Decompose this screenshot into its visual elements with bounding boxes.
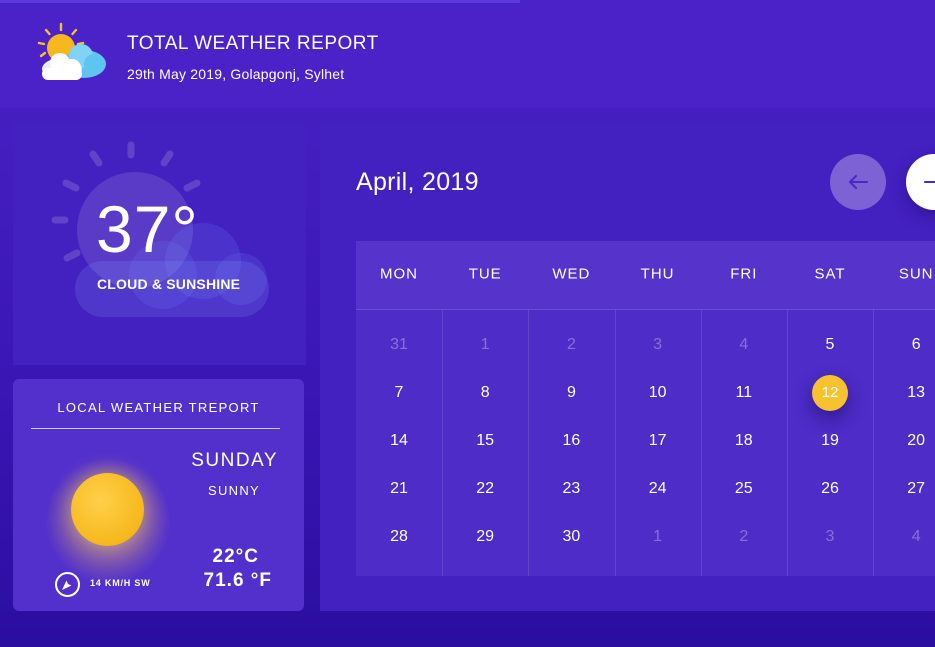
calendar-day[interactable]: 22 — [442, 474, 528, 504]
weekday-label: MON — [380, 265, 418, 283]
prev-month-button[interactable] — [830, 154, 886, 210]
calendar-day[interactable]: 26 — [787, 474, 873, 504]
calendar-day-outside-month[interactable]: 4 — [701, 330, 787, 360]
local-card-title: LOCAL WEATHER TREPORT — [57, 400, 260, 415]
calendar-day[interactable]: 16 — [528, 426, 614, 456]
calendar-day[interactable]: 20 — [873, 426, 935, 456]
current-temperature: 37° — [96, 192, 199, 266]
header-accent-line — [0, 0, 520, 3]
date-location: 29th May 2019, Golapgonj, Sylhet — [127, 66, 345, 82]
month-label: April, 2019 — [356, 168, 479, 196]
weekday-label: THU — [640, 265, 675, 283]
weekday-label: TUE — [468, 265, 502, 283]
calendar-day[interactable]: 10 — [615, 378, 701, 408]
day-condition: SUNNY — [207, 483, 260, 498]
calendar-day[interactable]: 30 — [528, 522, 614, 552]
weekday-label: SUN — [898, 265, 934, 283]
compass-icon — [55, 572, 80, 597]
selected-day-number[interactable]: 12 — [812, 375, 848, 411]
arrow-right-icon — [924, 176, 935, 188]
calendar-day-outside-month[interactable]: 2 — [528, 330, 614, 360]
calendar-day[interactable]: 7 — [356, 378, 442, 408]
calendar-day[interactable]: 8 — [442, 378, 528, 408]
app-title: TOTAL WEATHER REPORT — [127, 33, 379, 54]
temperature-fahrenheit: 71.6 °F — [203, 570, 272, 591]
calendar-day[interactable]: 11 — [701, 378, 787, 408]
weekday-label: FRI — [730, 265, 758, 283]
weekday-label: SAT — [814, 265, 846, 283]
next-month-button[interactable] — [906, 154, 935, 210]
calendar-day[interactable]: 25 — [701, 474, 787, 504]
weekday-label: WED — [552, 265, 591, 283]
temperature-celsius: 22°C — [212, 546, 259, 567]
calendar-day[interactable]: 13 — [873, 378, 935, 408]
calendar-day[interactable]: 5 — [787, 330, 873, 360]
calendar-day[interactable]: 14 — [356, 426, 442, 456]
calendar-day[interactable]: 27 — [873, 474, 935, 504]
calendar-day[interactable]: 18 — [701, 426, 787, 456]
divider — [31, 428, 280, 429]
weekday-header-row: MON TUE WED THU FRI SAT SUN — [356, 241, 935, 310]
header-bar: TOTAL WEATHER REPORT 29th May 2019, Gola… — [0, 0, 935, 108]
calendar-day[interactable]: 17 — [615, 426, 701, 456]
calendar-day-outside-month[interactable]: 3 — [787, 522, 873, 552]
calendar-day-outside-month[interactable]: 1 — [442, 330, 528, 360]
current-condition: CLOUD & SUNSHINE — [97, 276, 241, 292]
calendar-day-outside-month[interactable]: 2 — [701, 522, 787, 552]
calendar-card: April, 2019 MON TUE WED THU FRI SAT SUN 31 1 2 3 4… — [320, 123, 935, 611]
wind-info: 14 KM/H SW — [90, 578, 151, 588]
calendar-day-outside-month[interactable]: 1 — [615, 522, 701, 552]
calendar-day-outside-month[interactable]: 4 — [873, 522, 935, 552]
calendar-day[interactable]: 21 — [356, 474, 442, 504]
calendar-day[interactable]: 9 — [528, 378, 614, 408]
sun-icon — [71, 473, 144, 546]
current-weather-card: 37° CLOUD & SUNSHINE — [13, 123, 306, 365]
sun-cloud-icon — [37, 22, 106, 80]
selected-day-highlight[interactable]: 12 — [812, 375, 849, 411]
calendar-day[interactable]: 28 — [356, 522, 442, 552]
local-weather-card: LOCAL WEATHER TREPORT SUNDAY SUNNY 22°C … — [13, 379, 304, 611]
calendar-day-outside-month[interactable]: 3 — [615, 330, 701, 360]
calendar-day[interactable]: 29 — [442, 522, 528, 552]
arrow-left-icon — [849, 175, 868, 189]
calendar-grid: MON TUE WED THU FRI SAT SUN 31 1 2 3 4 5 6 7 8 9 10 11 12 1… — [356, 241, 935, 576]
calendar-day[interactable]: 15 — [442, 426, 528, 456]
day-name: SUNDAY — [191, 450, 278, 471]
calendar-day[interactable]: 6 — [873, 330, 935, 360]
calendar-day-outside-month[interactable]: 31 — [356, 330, 442, 360]
calendar-day[interactable]: 23 — [528, 474, 614, 504]
calendar-day[interactable]: 24 — [615, 474, 701, 504]
calendar-day[interactable]: 19 — [787, 426, 873, 456]
